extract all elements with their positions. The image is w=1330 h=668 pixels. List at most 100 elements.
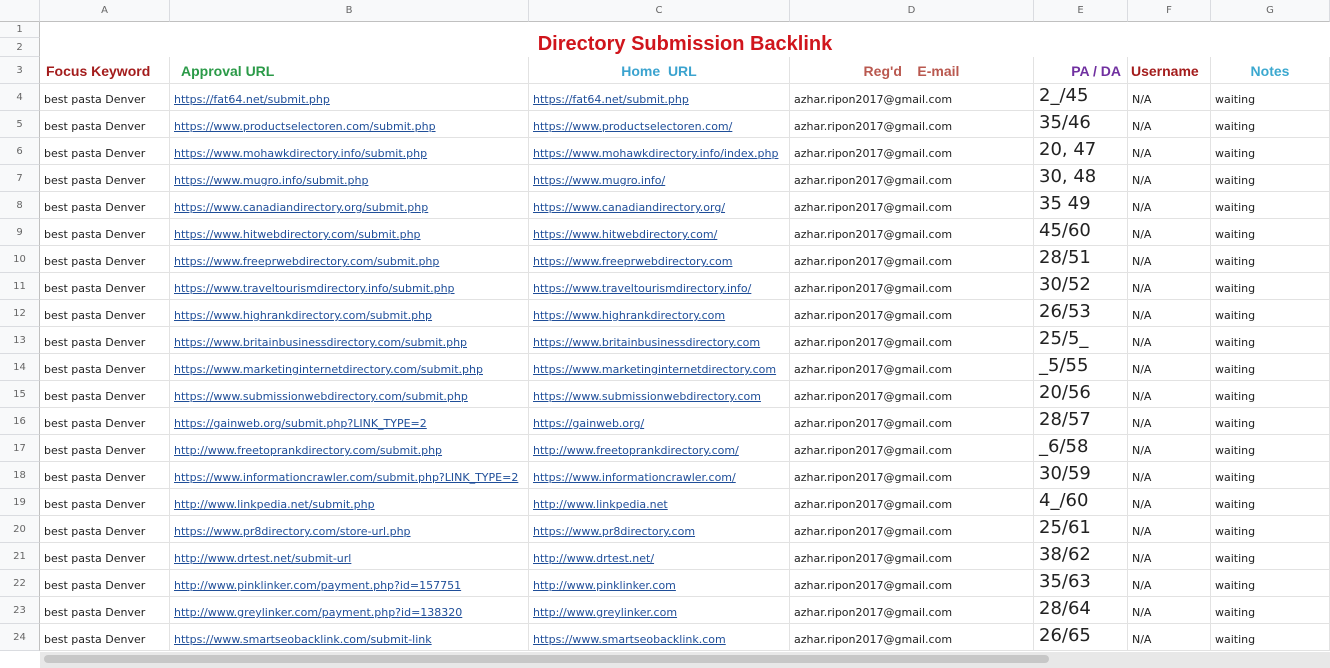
home-url-link[interactable]: https://www.smartseobacklink.com [529, 624, 790, 651]
notes-cell[interactable]: waiting [1211, 489, 1330, 516]
row-header[interactable]: 15 [0, 381, 40, 408]
home-url-link[interactable]: http://www.greylinker.com [529, 597, 790, 624]
approval-url-link[interactable]: https://www.smartseobacklink.com/submit-… [170, 624, 529, 651]
row-header[interactable]: 22 [0, 570, 40, 597]
username-cell[interactable]: N/A [1128, 462, 1211, 489]
pa-da-cell[interactable]: 38/62 [1034, 543, 1128, 570]
focus-keyword-cell[interactable]: best pasta Denver [40, 111, 170, 138]
username-cell[interactable]: N/A [1128, 516, 1211, 543]
notes-cell[interactable]: waiting [1211, 435, 1330, 462]
notes-cell[interactable]: waiting [1211, 219, 1330, 246]
email-cell[interactable]: azhar.ripon2017@gmail.com [790, 462, 1034, 489]
column-header-a[interactable]: A [40, 0, 170, 22]
approval-url-link[interactable]: https://www.submissionwebdirectory.com/s… [170, 381, 529, 408]
approval-url-link[interactable]: https://www.britainbusinessdirectory.com… [170, 327, 529, 354]
home-url-link[interactable]: http://www.freetoprankdirectory.com/ [529, 435, 790, 462]
username-cell[interactable]: N/A [1128, 543, 1211, 570]
username-cell[interactable]: N/A [1128, 84, 1211, 111]
focus-keyword-cell[interactable]: best pasta Denver [40, 354, 170, 381]
notes-cell[interactable]: waiting [1211, 165, 1330, 192]
pa-da-cell[interactable]: 28/57 [1034, 408, 1128, 435]
row-header-3[interactable]: 3 [0, 57, 40, 84]
email-cell[interactable]: azhar.ripon2017@gmail.com [790, 84, 1034, 111]
home-url-link[interactable]: https://www.marketinginternetdirectory.c… [529, 354, 790, 381]
approval-url-link[interactable]: https://www.canadiandirectory.org/submit… [170, 192, 529, 219]
home-url-link[interactable]: https://www.submissionwebdirectory.com [529, 381, 790, 408]
focus-keyword-cell[interactable]: best pasta Denver [40, 381, 170, 408]
username-cell[interactable]: N/A [1128, 408, 1211, 435]
sheet-title[interactable]: Directory Submission Backlink [40, 33, 1330, 56]
home-url-link[interactable]: https://www.britainbusinessdirectory.com [529, 327, 790, 354]
notes-cell[interactable]: waiting [1211, 597, 1330, 624]
row-header[interactable]: 7 [0, 165, 40, 192]
header-email[interactable]: Reg'd E-mail [790, 57, 1034, 84]
home-url-link[interactable]: https://www.traveltourismdirectory.info/ [529, 273, 790, 300]
notes-cell[interactable]: waiting [1211, 381, 1330, 408]
approval-url-link[interactable]: https://www.freeprwebdirectory.com/submi… [170, 246, 529, 273]
home-url-link[interactable]: https://www.productselectoren.com/ [529, 111, 790, 138]
notes-cell[interactable]: waiting [1211, 273, 1330, 300]
notes-cell[interactable]: waiting [1211, 192, 1330, 219]
approval-url-link[interactable]: https://www.productselectoren.com/submit… [170, 111, 529, 138]
pa-da-cell[interactable]: 4_/60 [1034, 489, 1128, 516]
approval-url-link[interactable]: http://www.drtest.net/submit-url [170, 543, 529, 570]
approval-url-link[interactable]: https://gainweb.org/submit.php?LINK_TYPE… [170, 408, 529, 435]
row-header[interactable]: 19 [0, 489, 40, 516]
username-cell[interactable]: N/A [1128, 570, 1211, 597]
email-cell[interactable]: azhar.ripon2017@gmail.com [790, 219, 1034, 246]
select-all-corner[interactable] [0, 0, 40, 22]
pa-da-cell[interactable]: 2_/45 [1034, 84, 1128, 111]
row-header[interactable]: 5 [0, 111, 40, 138]
row-header[interactable]: 12 [0, 300, 40, 327]
username-cell[interactable]: N/A [1128, 381, 1211, 408]
header-pa-da[interactable]: PA / DA [1034, 57, 1128, 84]
pa-da-cell[interactable]: 26/53 [1034, 300, 1128, 327]
approval-url-link[interactable]: https://fat64.net/submit.php [170, 84, 529, 111]
username-cell[interactable]: N/A [1128, 327, 1211, 354]
horizontal-scrollbar-thumb[interactable] [44, 655, 1049, 663]
email-cell[interactable]: azhar.ripon2017@gmail.com [790, 543, 1034, 570]
focus-keyword-cell[interactable]: best pasta Denver [40, 570, 170, 597]
username-cell[interactable]: N/A [1128, 138, 1211, 165]
header-home-url[interactable]: Home URL [529, 57, 790, 84]
focus-keyword-cell[interactable]: best pasta Denver [40, 327, 170, 354]
home-url-link[interactable]: https://www.pr8directory.com [529, 516, 790, 543]
email-cell[interactable]: azhar.ripon2017@gmail.com [790, 516, 1034, 543]
home-url-link[interactable]: https://www.mohawkdirectory.info/index.p… [529, 138, 790, 165]
email-cell[interactable]: azhar.ripon2017@gmail.com [790, 138, 1034, 165]
row-header[interactable]: 10 [0, 246, 40, 273]
email-cell[interactable]: azhar.ripon2017@gmail.com [790, 354, 1034, 381]
column-header-d[interactable]: D [790, 0, 1034, 22]
column-header-e[interactable]: E [1034, 0, 1128, 22]
column-header-g[interactable]: G [1211, 0, 1330, 22]
notes-cell[interactable]: waiting [1211, 246, 1330, 273]
notes-cell[interactable]: waiting [1211, 327, 1330, 354]
pa-da-cell[interactable]: 35/46 [1034, 111, 1128, 138]
home-url-link[interactable]: https://www.canadiandirectory.org/ [529, 192, 790, 219]
notes-cell[interactable]: waiting [1211, 300, 1330, 327]
approval-url-link[interactable]: http://www.greylinker.com/payment.php?id… [170, 597, 529, 624]
pa-da-cell[interactable]: 26/65 [1034, 624, 1128, 651]
row-header[interactable]: 17 [0, 435, 40, 462]
focus-keyword-cell[interactable]: best pasta Denver [40, 300, 170, 327]
username-cell[interactable]: N/A [1128, 354, 1211, 381]
username-cell[interactable]: N/A [1128, 435, 1211, 462]
focus-keyword-cell[interactable]: best pasta Denver [40, 516, 170, 543]
email-cell[interactable]: azhar.ripon2017@gmail.com [790, 192, 1034, 219]
home-url-link[interactable]: http://www.linkpedia.net [529, 489, 790, 516]
row-header[interactable]: 9 [0, 219, 40, 246]
pa-da-cell[interactable]: 30, 48 [1034, 165, 1128, 192]
email-cell[interactable]: azhar.ripon2017@gmail.com [790, 300, 1034, 327]
pa-da-cell[interactable]: 20/56 [1034, 381, 1128, 408]
email-cell[interactable]: azhar.ripon2017@gmail.com [790, 624, 1034, 651]
column-header-b[interactable]: B [170, 0, 529, 22]
username-cell[interactable]: N/A [1128, 165, 1211, 192]
notes-cell[interactable]: waiting [1211, 138, 1330, 165]
approval-url-link[interactable]: https://www.informationcrawler.com/submi… [170, 462, 529, 489]
focus-keyword-cell[interactable]: best pasta Denver [40, 543, 170, 570]
username-cell[interactable]: N/A [1128, 489, 1211, 516]
email-cell[interactable]: azhar.ripon2017@gmail.com [790, 435, 1034, 462]
email-cell[interactable]: azhar.ripon2017@gmail.com [790, 273, 1034, 300]
username-cell[interactable]: N/A [1128, 246, 1211, 273]
row-header[interactable]: 14 [0, 354, 40, 381]
